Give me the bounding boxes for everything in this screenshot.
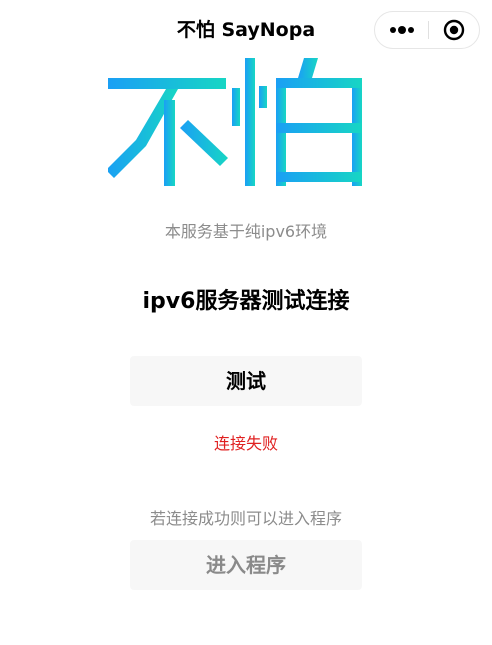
logo-graphic bbox=[106, 58, 362, 186]
section-heading: ipv6服务器测试连接 bbox=[142, 289, 350, 314]
enter-program-button[interactable]: 进入程序 bbox=[130, 540, 362, 590]
close-button[interactable] bbox=[429, 12, 479, 48]
mini-program-page: 不怕 SayNopa 本服务基于纯ipv6环境 ipv6服务器测试连接 测试 连… bbox=[0, 0, 492, 645]
target-close-icon bbox=[443, 19, 465, 41]
environment-note: 本服务基于纯ipv6环境 bbox=[164, 222, 328, 241]
more-dots-icon bbox=[390, 26, 414, 34]
app-logo bbox=[106, 58, 364, 186]
more-button[interactable] bbox=[375, 12, 429, 48]
enter-hint: 若连接成功则可以进入程序 bbox=[149, 509, 342, 528]
menu-capsule bbox=[374, 11, 480, 49]
connection-status: 连接失败 bbox=[213, 434, 278, 453]
test-button[interactable]: 测试 bbox=[130, 356, 362, 406]
